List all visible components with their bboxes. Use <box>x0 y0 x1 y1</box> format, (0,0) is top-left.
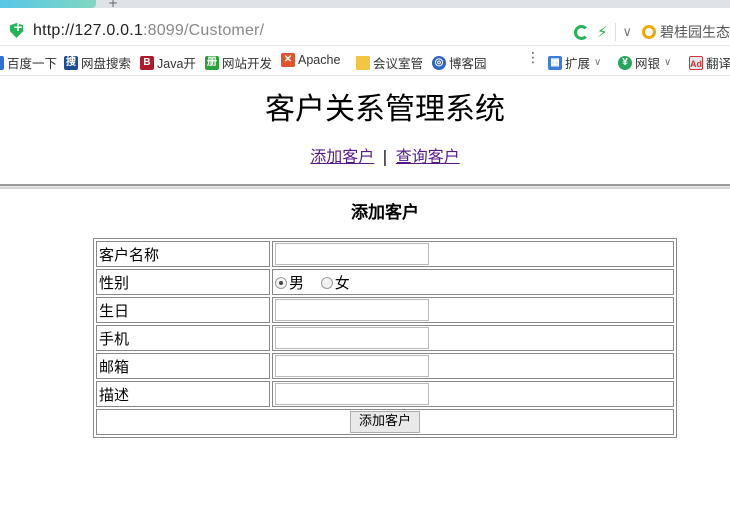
reload-icon[interactable] <box>573 24 589 40</box>
form-row-description: 描述 <box>96 381 674 407</box>
bookmark-label: 网银 <box>635 57 661 71</box>
bookmark-label: Java开 <box>157 57 196 71</box>
page-title: 客户关系管理系统 <box>265 92 505 127</box>
chevron-down-icon[interactable]: ∨ <box>622 25 632 40</box>
secure-shield-icon <box>10 23 23 38</box>
form-row-birthday: 生日 <box>96 297 674 323</box>
email-input[interactable] <box>275 355 429 377</box>
browser-tab-strip: + <box>0 0 730 10</box>
gender-label: 性别 <box>96 269 270 295</box>
url-host: http://127.0.0.1 <box>33 22 143 39</box>
gender-female-label: 女 <box>334 273 350 292</box>
description-input[interactable] <box>275 383 429 405</box>
extension-icon: ▦ <box>548 55 562 70</box>
chevron-down-icon: ∨ <box>664 57 672 68</box>
bookmark-label: 翻译 <box>706 57 730 71</box>
chevron-down-icon: ∨ <box>594 57 602 68</box>
bookmark-baidu[interactable]: 百度一下 <box>0 53 57 72</box>
horizontal-divider <box>0 184 730 189</box>
bookmark-meeting[interactable]: 会议室管 <box>356 53 423 72</box>
more-bookmarks-icon[interactable]: ⋮ <box>526 50 540 66</box>
folder-icon <box>356 55 370 70</box>
bookmark-label: 扩展 <box>565 57 591 71</box>
form-row-gender: 性别 男 女 <box>96 269 674 295</box>
phone-input[interactable] <box>275 327 429 349</box>
bookmark-b-icon: B <box>140 55 154 70</box>
bookmark-translate[interactable]: Ad 翻译 <box>689 53 730 72</box>
gender-male-radio[interactable] <box>275 277 287 289</box>
customer-name-input[interactable] <box>275 243 429 265</box>
phone-label: 手机 <box>96 325 270 351</box>
form-row-email: 邮箱 <box>96 353 674 379</box>
apache-icon: ✕ <box>281 53 295 67</box>
bookmark-webdev[interactable]: 册网站开发 <box>205 53 272 72</box>
search-disk-icon: 搜 <box>64 55 78 70</box>
baidu-icon <box>0 55 4 70</box>
main-nav: 添加客户 | 查询客户 <box>0 143 730 167</box>
address-bar[interactable]: http://127.0.0.1:8099/Customer/ ⚡ ∨ 碧桂园生… <box>0 8 730 46</box>
birthday-label: 生日 <box>96 297 270 323</box>
bookmark-label: 博客园 <box>449 57 487 71</box>
form-row-name: 客户名称 <box>96 241 674 267</box>
bookmark-label: 百度一下 <box>7 57 58 71</box>
url-text[interactable]: http://127.0.0.1:8099/Customer/ <box>33 22 264 40</box>
url-path: :8099/Customer/ <box>142 22 265 39</box>
bookmark-label: Apache <box>298 53 341 67</box>
bookmark-bank[interactable]: ¥ 网银 ∨ <box>618 53 671 72</box>
form-row-submit: 添加客户 <box>96 409 674 435</box>
active-tab[interactable] <box>0 0 96 8</box>
email-label: 邮箱 <box>96 353 270 379</box>
gender-male-label: 男 <box>289 273 305 292</box>
bookmark-label: 会议室管 <box>373 57 424 71</box>
bookmark-apache[interactable]: ✕ Apache <box>281 53 340 67</box>
gender-female-radio[interactable] <box>320 277 333 289</box>
bookmark-green-icon: 册 <box>205 55 219 70</box>
form-row-phone: 手机 <box>96 325 674 351</box>
search-box-text[interactable]: 碧桂园生态 <box>660 22 730 42</box>
bookmark-java[interactable]: B Java开 <box>140 53 196 72</box>
bookmark-label: 网盘搜索 <box>81 57 132 71</box>
bookmarks-bar: 百度一下 搜网盘搜索 B Java开 册网站开发 ✕ Apache 会议室管 ◎ 博客… <box>0 47 730 76</box>
query-customer-link[interactable]: 查询客户 <box>396 147 460 166</box>
add-customer-link[interactable]: 添加客户 <box>310 147 374 166</box>
speed-mode-icon[interactable]: ⚡ <box>597 23 608 41</box>
bank-icon: ¥ <box>618 55 632 70</box>
toolbar-divider <box>615 23 617 41</box>
description-label: 描述 <box>96 381 270 407</box>
bookmark-wangpan[interactable]: 搜网盘搜索 <box>64 53 131 72</box>
nav-separator: | <box>382 147 388 166</box>
form-title: 添加客户 <box>351 203 419 223</box>
search-engine-icon[interactable] <box>642 25 656 39</box>
add-customer-submit-button[interactable]: 添加客户 <box>349 411 420 433</box>
blog-icon: ◎ <box>432 55 446 70</box>
birthday-input[interactable] <box>275 299 429 321</box>
bookmark-label: 网站开发 <box>222 57 273 71</box>
add-customer-form: 客户名称 性别 男 女 生日 手机 邮箱 描述 添加客户 <box>93 238 677 438</box>
customer-name-label: 客户名称 <box>96 241 270 267</box>
bookmark-cnblogs[interactable]: ◎ 博客园 <box>432 53 487 72</box>
translate-icon: Ad <box>689 55 703 70</box>
bookmark-extensions[interactable]: ▦ 扩展 ∨ <box>548 53 601 72</box>
